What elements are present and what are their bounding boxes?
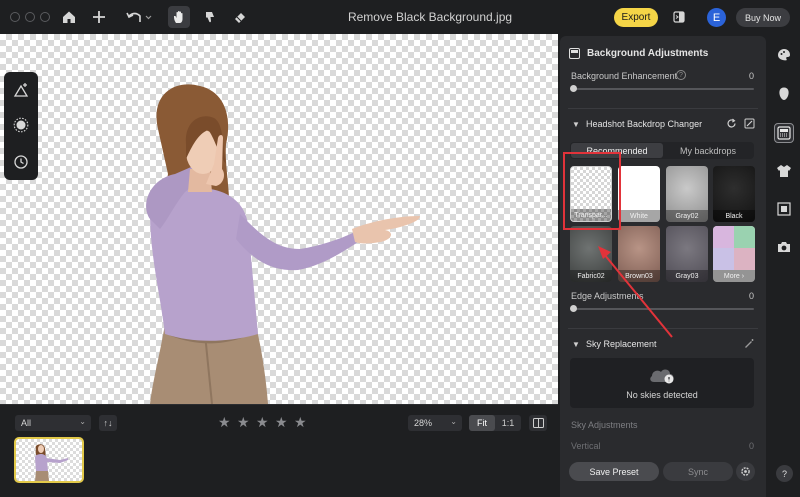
split-view-icon[interactable] xyxy=(529,415,547,431)
rating-star-4-icon[interactable]: ★ xyxy=(275,414,288,431)
zoom-mode-group: Fit 1:1 xyxy=(469,415,521,431)
gear-icon[interactable] xyxy=(736,462,755,481)
chevron-down-icon: ⌄ xyxy=(450,417,457,426)
sky-adjustments-label: Sky Adjustments xyxy=(571,420,638,430)
one-to-one-button[interactable]: 1:1 xyxy=(495,415,521,431)
section-title-headshot-backdrop: Headshot Backdrop Changer xyxy=(586,119,703,129)
no-skies-text: No skies detected xyxy=(626,390,698,400)
tile-label: Fabric02 xyxy=(570,270,612,282)
filter-select-value: All xyxy=(21,418,32,428)
backdrop-tile-gray03[interactable]: Gray03 xyxy=(666,226,708,282)
backdrop-tile-black[interactable]: Black xyxy=(713,166,755,222)
backdrop-tile-more[interactable]: More › xyxy=(713,226,755,282)
left-tool-palette xyxy=(4,72,38,180)
minimize-window-button[interactable] xyxy=(25,12,35,22)
fit-button[interactable]: Fit xyxy=(469,415,495,431)
vertical-label: Vertical xyxy=(571,441,601,451)
zoom-select[interactable]: 28% ⌄ xyxy=(408,415,462,431)
save-preset-button[interactable]: Save Preset xyxy=(569,462,659,481)
sky-empty-state: No skies detected xyxy=(570,358,754,408)
filmstrip-thumbnail[interactable] xyxy=(14,437,84,483)
section-title-background-adjustments: Background Adjustments xyxy=(587,48,709,59)
tile-label: White xyxy=(618,210,660,222)
chevron-down-icon: ⌄ xyxy=(79,417,86,426)
section-title-sky-replacement: Sky Replacement xyxy=(586,339,657,349)
avatar[interactable]: E xyxy=(707,8,726,27)
reset-icon[interactable] xyxy=(726,118,737,129)
history-icon[interactable] xyxy=(11,152,31,172)
filter-select[interactable]: All ⌄ xyxy=(15,415,91,431)
help-button[interactable]: ? xyxy=(776,465,793,482)
background-enhancement-label: Background Enhancement xyxy=(571,71,678,81)
tile-label: Gray03 xyxy=(666,270,708,282)
divider xyxy=(568,108,758,109)
select-subject-icon[interactable] xyxy=(11,115,31,135)
zoom-window-button[interactable] xyxy=(40,12,50,22)
crop-icon[interactable] xyxy=(774,199,794,219)
ai-adjust-icon[interactable] xyxy=(11,80,31,100)
palette-icon[interactable] xyxy=(774,45,794,65)
title-bar: Remove Black Background.jpg Export E Buy… xyxy=(0,0,800,34)
sort-button[interactable]: ↑↓ xyxy=(99,415,117,431)
tile-label: More › xyxy=(713,270,755,282)
background-icon xyxy=(569,48,580,59)
divider xyxy=(568,328,758,329)
subject-photo xyxy=(146,84,420,404)
sync-button[interactable]: Sync xyxy=(663,462,733,481)
edge-adjustments-slider[interactable] xyxy=(572,308,754,310)
backdrop-tile-brown03[interactable]: Brown03 xyxy=(618,226,660,282)
adjustments-panel: Background Adjustments Background Enhanc… xyxy=(560,36,766,497)
camera-icon[interactable] xyxy=(774,237,794,257)
window-title: Remove Black Background.jpg xyxy=(347,10,513,24)
edge-adjustments-label: Edge Adjustments xyxy=(571,291,644,301)
export-button[interactable]: Export xyxy=(614,8,658,27)
vertical-value: 0 xyxy=(749,441,755,451)
swatch xyxy=(713,226,734,248)
thumbnail-subject xyxy=(35,444,68,481)
swatch xyxy=(734,226,755,248)
tile-label: Brown03 xyxy=(618,270,660,282)
magic-edit-icon[interactable] xyxy=(744,118,755,129)
cloud-warning-icon xyxy=(650,369,674,384)
annotation-highlight-box xyxy=(563,152,621,230)
compare-panel-icon[interactable] xyxy=(668,6,690,28)
backdrop-tile-white[interactable]: White xyxy=(618,166,660,222)
swatch xyxy=(734,248,755,270)
tile-label: Gray02 xyxy=(666,210,708,222)
background-enhancement-value: 0 xyxy=(749,71,755,81)
collapse-triangle-icon[interactable]: ▼ xyxy=(572,120,580,129)
background-icon[interactable] xyxy=(774,123,794,143)
home-icon[interactable] xyxy=(58,6,80,28)
collapse-triangle-icon[interactable]: ▼ xyxy=(572,340,580,349)
image-canvas[interactable] xyxy=(0,34,558,404)
eraser-icon[interactable] xyxy=(229,6,251,28)
rating-star-2-icon[interactable]: ★ xyxy=(237,414,250,431)
rating-star-5-icon[interactable]: ★ xyxy=(294,414,307,431)
buy-now-button[interactable]: Buy Now xyxy=(736,8,790,27)
face-icon[interactable] xyxy=(774,84,794,104)
info-icon[interactable]: ? xyxy=(676,70,686,80)
tile-label: Black xyxy=(713,210,755,222)
backdrop-tile-fabric02[interactable]: Fabric02 xyxy=(570,226,612,282)
edge-adjustments-value: 0 xyxy=(749,291,755,301)
tab-my-backdrops[interactable]: My backdrops xyxy=(663,143,753,158)
rating-star-3-icon[interactable]: ★ xyxy=(256,414,269,431)
magic-wand-icon[interactable] xyxy=(744,338,755,349)
plus-icon[interactable] xyxy=(88,6,110,28)
hand-icon[interactable] xyxy=(168,6,190,28)
background-enhancement-knob[interactable] xyxy=(570,85,577,92)
swatch xyxy=(713,248,734,270)
close-window-button[interactable] xyxy=(10,12,20,22)
thumbs-down-icon[interactable] xyxy=(199,6,221,28)
undo-icon[interactable] xyxy=(124,6,154,28)
shirt-icon[interactable] xyxy=(774,161,794,181)
background-enhancement-slider[interactable] xyxy=(572,88,754,90)
backdrop-tile-gray02[interactable]: Gray02 xyxy=(666,166,708,222)
edge-adjustments-knob[interactable] xyxy=(570,305,577,312)
rating-star-1-icon[interactable]: ★ xyxy=(218,414,231,431)
zoom-value: 28% xyxy=(414,418,433,428)
